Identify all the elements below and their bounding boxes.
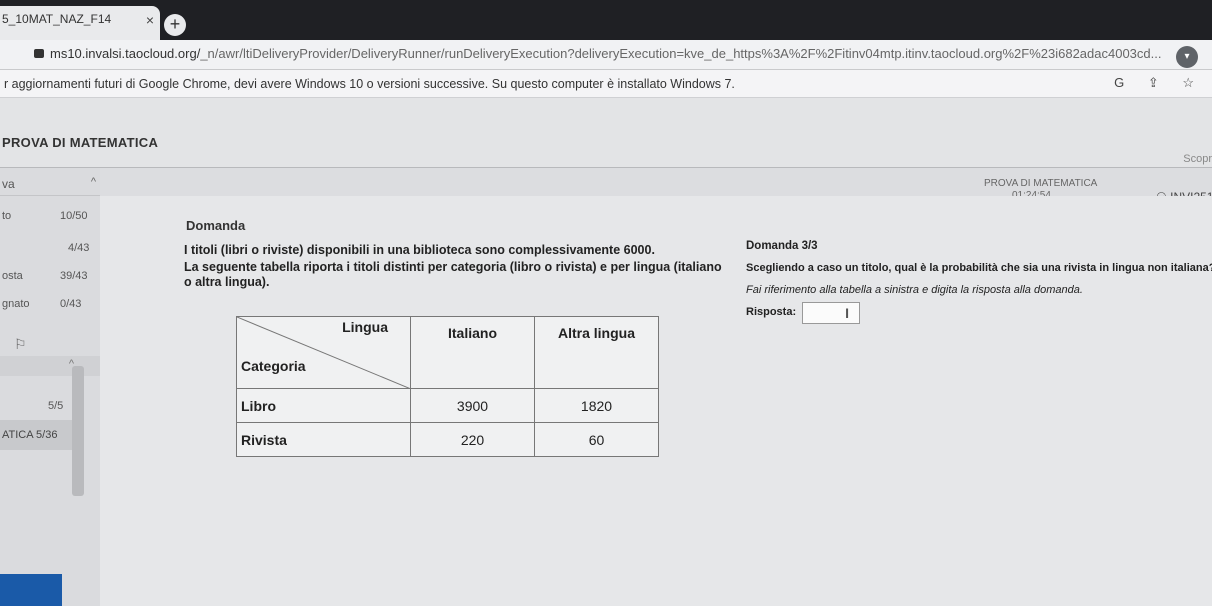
question-area: Domanda I titoli (libri o riviste) dispo…: [100, 196, 1212, 606]
tab-close-icon[interactable]: ×: [146, 12, 154, 28]
sidebar-row-value: 39/43: [60, 270, 88, 282]
sidebar-action-button[interactable]: [0, 574, 62, 606]
sidebar-header[interactable]: va ^: [0, 174, 100, 196]
chevron-up-icon[interactable]: ^: [91, 176, 96, 188]
question-number: Domanda 3/3: [746, 240, 818, 252]
page-title: PROVA DI MATEMATICA: [2, 135, 159, 150]
url-domain: ms10.invalsi.taocloud.org/: [50, 46, 201, 61]
browser-tab-bar: 5_10MAT_NAZ_F14 × +: [0, 0, 1212, 40]
tab-title: 5_10MAT_NAZ_F14: [2, 12, 112, 26]
sidebar-section-count: 5/5: [0, 400, 100, 418]
sidebar-item-matematica[interactable]: ATICA 5/36: [0, 420, 74, 450]
sidebar-row: 4/43: [0, 242, 100, 260]
sidebar-section-header[interactable]: ^: [0, 356, 100, 376]
header-categoria: Categoria: [241, 358, 306, 374]
sidebar-item-label: ATICA 5/36: [2, 429, 58, 441]
flag-icon[interactable]: ⚐: [14, 336, 27, 353]
data-table: Lingua Categoria Italiano Altra lingua L…: [236, 316, 659, 457]
profile-icon[interactable]: ▾: [1176, 46, 1198, 68]
new-tab-button[interactable]: +: [164, 14, 186, 36]
question-paragraph: La seguente tabella riporta i titoli dis…: [184, 260, 722, 289]
table-cell: 3900: [410, 388, 535, 423]
answer-label: Risposta:: [746, 306, 797, 318]
row-category: Rivista: [236, 422, 411, 457]
question-prompt: Scegliendo a caso un titolo, qual è la p…: [746, 262, 1212, 274]
text-cursor-icon: I: [845, 305, 849, 321]
infobar-text: r aggiornamenti futuri di Google Chrome,…: [4, 77, 735, 91]
header-lingua: Lingua: [342, 319, 388, 335]
toolbar-icons[interactable]: G ⇪ ☆: [1114, 75, 1204, 91]
sidebar-row-label: to: [2, 210, 12, 222]
section-count-value: 5/5: [48, 400, 64, 412]
table-corner-cell: Lingua Categoria: [236, 316, 411, 389]
timer-label: PROVA DI MATEMATICA: [984, 178, 1098, 189]
table-cell: 1820: [534, 388, 659, 423]
url-path: _n/awr/ltiDeliveryProvider/DeliveryRunne…: [200, 46, 1162, 61]
sidebar-row-value: 0/43: [60, 298, 82, 310]
app-header: PROVA DI MATEMATICA Scopr: [0, 98, 1212, 168]
column-header: Altra lingua: [534, 316, 659, 389]
sidebar-scrollbar[interactable]: [72, 366, 84, 496]
url-text[interactable]: ms10.invalsi.taocloud.org/_n/awr/ltiDeli…: [50, 46, 1161, 61]
answer-row: Risposta: I: [746, 302, 1212, 330]
table-header-row: Lingua Categoria Italiano Altra lingua: [236, 316, 659, 389]
sidebar-row: osta 39/43: [0, 270, 100, 288]
table-cell: 60: [534, 422, 659, 457]
table-row: Libro 3900 1820: [236, 388, 659, 423]
scope-link[interactable]: Scopr: [1183, 153, 1212, 165]
chrome-update-infobar: r aggiornamenti futuri di Google Chrome,…: [0, 70, 1212, 98]
question-hint: Fai riferimento alla tabella a sinistra …: [746, 284, 1083, 296]
answer-panel: Domanda 3/3 Scegliendo a caso un titolo,…: [746, 240, 1212, 330]
lock-icon: [34, 49, 44, 58]
question-paragraph: I titoli (libri o riviste) disponibili i…: [184, 243, 655, 257]
sidebar-header-label: va: [2, 177, 15, 191]
sidebar-row-value: 10/50: [60, 210, 88, 222]
table-cell: 220: [410, 422, 535, 457]
question-heading: Domanda: [186, 218, 246, 233]
row-category: Libro: [236, 388, 411, 423]
sidebar-row: to 10/50: [0, 210, 100, 228]
sidebar-row-label: osta: [2, 270, 23, 282]
address-bar[interactable]: ms10.invalsi.taocloud.org/_n/awr/ltiDeli…: [0, 40, 1212, 70]
sidebar-row-value: 4/43: [68, 242, 90, 254]
browser-tab[interactable]: 5_10MAT_NAZ_F14 ×: [0, 6, 160, 40]
sidebar: va ^ to 10/50 4/43 osta 39/43 gnato 0/43…: [0, 168, 109, 606]
sidebar-row-label: gnato: [2, 298, 30, 310]
column-header: Italiano: [410, 316, 535, 389]
sidebar-row: gnato 0/43: [0, 298, 100, 316]
answer-input[interactable]: I: [802, 302, 860, 324]
table-row: Rivista 220 60: [236, 422, 659, 457]
question-text: I titoli (libri o riviste) disponibili i…: [184, 243, 729, 292]
